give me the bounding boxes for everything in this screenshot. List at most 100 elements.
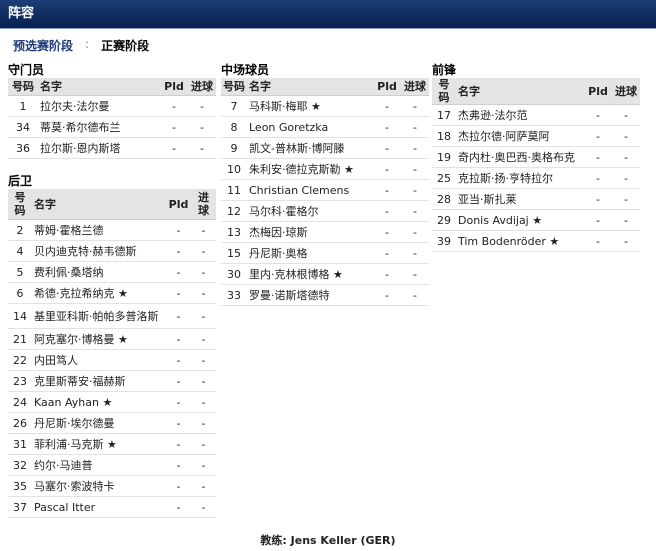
player-goals: - bbox=[401, 116, 429, 138]
table-header-row: 号码 名字 Pld 进球 bbox=[221, 78, 429, 96]
player-name[interactable]: Tim Bodenröder ★ bbox=[456, 230, 584, 252]
table-row: 14 基里亚科斯·帕帕多普洛斯 - - bbox=[8, 303, 216, 329]
player-name[interactable]: 凯文-普林斯·博阿滕 bbox=[247, 137, 373, 159]
player-name[interactable]: 丹尼斯·奥格 bbox=[247, 242, 373, 264]
player-name[interactable]: 拉尔夫·法尔曼 bbox=[38, 95, 160, 117]
player-name[interactable]: 亚当·斯扎莱 bbox=[456, 188, 584, 210]
player-played: - bbox=[166, 303, 191, 329]
player-number: 8 bbox=[221, 116, 247, 138]
player-played: - bbox=[373, 116, 401, 138]
table-row: 25 克拉斯·扬·亨特拉尔 - - bbox=[432, 167, 640, 189]
player-number: 10 bbox=[221, 158, 247, 180]
player-goals: - bbox=[188, 137, 216, 159]
player-name[interactable]: 菲利浦·马克斯 ★ bbox=[32, 433, 166, 455]
player-played: - bbox=[373, 200, 401, 222]
player-played: - bbox=[584, 230, 612, 252]
player-name[interactable]: 费利佩·桑塔纳 bbox=[32, 261, 166, 283]
player-name[interactable]: 罗曼·诺斯塔德特 bbox=[247, 284, 373, 306]
player-name[interactable]: 基里亚科斯·帕帕多普洛斯 bbox=[32, 303, 166, 329]
column-left: 守门员 号码 名字 Pld 进球 1 拉尔夫·法尔曼 - -34 蒂莫·希尔德布兰 - -3… bbox=[8, 62, 216, 518]
table-row: 32 约尔·马迪普 - - bbox=[8, 454, 216, 476]
player-goals: - bbox=[191, 433, 216, 455]
table-row: 6 希德·克拉希纳克 ★ - - bbox=[8, 282, 216, 304]
player-number: 15 bbox=[221, 242, 247, 264]
table-row: 26 丹尼斯·埃尔德曼 - - bbox=[8, 412, 216, 434]
player-name[interactable]: 杰弗逊·法尔范 bbox=[456, 104, 584, 126]
player-number: 37 bbox=[8, 496, 32, 518]
player-goals: - bbox=[191, 496, 216, 518]
player-name[interactable]: Kaan Ayhan ★ bbox=[32, 391, 166, 413]
player-name[interactable]: 蒂莫·希尔德布兰 bbox=[38, 116, 160, 138]
player-number: 17 bbox=[432, 104, 456, 126]
player-name[interactable]: 拉尔斯·恩内斯塔 bbox=[38, 137, 160, 159]
player-goals: - bbox=[191, 412, 216, 434]
player-name[interactable]: 贝内迪克特·赫韦德斯 bbox=[32, 240, 166, 262]
table-row: 15 丹尼斯·奥格 - - bbox=[221, 242, 429, 264]
player-number: 4 bbox=[8, 240, 32, 262]
player-goals: - bbox=[401, 179, 429, 201]
table-row: 35 马塞尔·索波特卡 - - bbox=[8, 475, 216, 497]
player-name[interactable]: 马塞尔·索波特卡 bbox=[32, 475, 166, 497]
player-number: 19 bbox=[432, 146, 456, 168]
player-name[interactable]: 朱利安·德拉克斯勒 ★ bbox=[247, 158, 373, 180]
section-title-forwards: 前锋 bbox=[432, 63, 457, 77]
player-played: - bbox=[166, 261, 191, 283]
player-goals: - bbox=[401, 263, 429, 285]
player-name[interactable]: 内田笃人 bbox=[32, 349, 166, 371]
player-goals: - bbox=[401, 221, 429, 243]
player-name[interactable]: 马尔科·霍格尔 bbox=[247, 200, 373, 222]
player-name[interactable]: 奇内杜·奥巴西·奥格布克 bbox=[456, 146, 584, 168]
table-row: 23 克里斯蒂安·福赫斯 - - bbox=[8, 370, 216, 392]
player-name[interactable]: Donis Avdijaj ★ bbox=[456, 209, 584, 231]
player-played: - bbox=[166, 328, 191, 350]
column-right: 前锋 号码 名字 Pld 进球 17 杰弗逊·法尔范 - -18 杰拉尔德·阿萨莫阿 - -… bbox=[432, 62, 640, 252]
player-number: 23 bbox=[8, 370, 32, 392]
player-name[interactable]: 克里斯蒂安·福赫斯 bbox=[32, 370, 166, 392]
tab-main-stage[interactable]: 正赛阶段 bbox=[101, 37, 149, 54]
player-played: - bbox=[584, 167, 612, 189]
player-name[interactable]: 杰拉尔德·阿萨莫阿 bbox=[456, 125, 584, 147]
table-row: 5 费利佩·桑塔纳 - - bbox=[8, 261, 216, 283]
player-name[interactable]: 阿克塞尔·博格曼 ★ bbox=[32, 328, 166, 350]
col-header-goals: 进球 bbox=[612, 78, 640, 105]
player-name[interactable]: 克拉斯·扬·亨特拉尔 bbox=[456, 167, 584, 189]
player-played: - bbox=[166, 454, 191, 476]
stage-tabs: 预选赛阶段: 正赛阶段 bbox=[0, 29, 656, 55]
player-name[interactable]: Pascal Itter bbox=[32, 496, 166, 518]
player-name[interactable]: 里内·克林根博格 ★ bbox=[247, 263, 373, 285]
table-row: 33 罗曼·诺斯塔德特 - - bbox=[221, 284, 429, 306]
player-goals: - bbox=[612, 230, 640, 252]
col-header-name: 名字 bbox=[32, 189, 166, 220]
player-played: - bbox=[373, 137, 401, 159]
table-row: 34 蒂莫·希尔德布兰 - - bbox=[8, 116, 216, 138]
player-goals: - bbox=[612, 209, 640, 231]
player-played: - bbox=[166, 219, 191, 241]
player-goals: - bbox=[188, 95, 216, 117]
player-name[interactable]: 马科斯·梅耶 ★ bbox=[247, 95, 373, 117]
player-number: 21 bbox=[8, 328, 32, 350]
player-number: 39 bbox=[432, 230, 456, 252]
player-number: 25 bbox=[432, 167, 456, 189]
player-name[interactable]: Christian Clemens bbox=[247, 179, 373, 201]
player-played: - bbox=[373, 284, 401, 306]
coach-label: 教练: bbox=[260, 534, 287, 547]
player-name[interactable]: 丹尼斯·埃尔德曼 bbox=[32, 412, 166, 434]
player-name[interactable]: Leon Goretzka bbox=[247, 116, 373, 138]
player-name[interactable]: 杰梅因·琼斯 bbox=[247, 221, 373, 243]
player-number: 13 bbox=[221, 221, 247, 243]
player-goals: - bbox=[191, 261, 216, 283]
player-number: 1 bbox=[8, 95, 38, 117]
player-name[interactable]: 希德·克拉希纳克 ★ bbox=[32, 282, 166, 304]
player-goals: - bbox=[401, 200, 429, 222]
goalkeepers-table: 号码 名字 Pld 进球 1 拉尔夫·法尔曼 - -34 蒂莫·希尔德布兰 - -36 拉尔斯… bbox=[8, 78, 216, 159]
table-row: 39 Tim Bodenröder ★ - - bbox=[432, 230, 640, 252]
player-goals: - bbox=[401, 158, 429, 180]
player-name[interactable]: 约尔·马迪普 bbox=[32, 454, 166, 476]
forwards-table: 号码 名字 Pld 进球 17 杰弗逊·法尔范 - -18 杰拉尔德·阿萨莫阿 - -19 奇… bbox=[432, 78, 640, 252]
player-goals: - bbox=[401, 95, 429, 117]
col-header-pld: Pld bbox=[373, 78, 401, 96]
col-header-name: 名字 bbox=[456, 78, 584, 105]
tab-preseason[interactable]: 预选赛阶段 bbox=[13, 37, 73, 54]
col-header-goals: 进球 bbox=[188, 78, 216, 96]
player-name[interactable]: 蒂姆·霍格兰德 bbox=[32, 219, 166, 241]
